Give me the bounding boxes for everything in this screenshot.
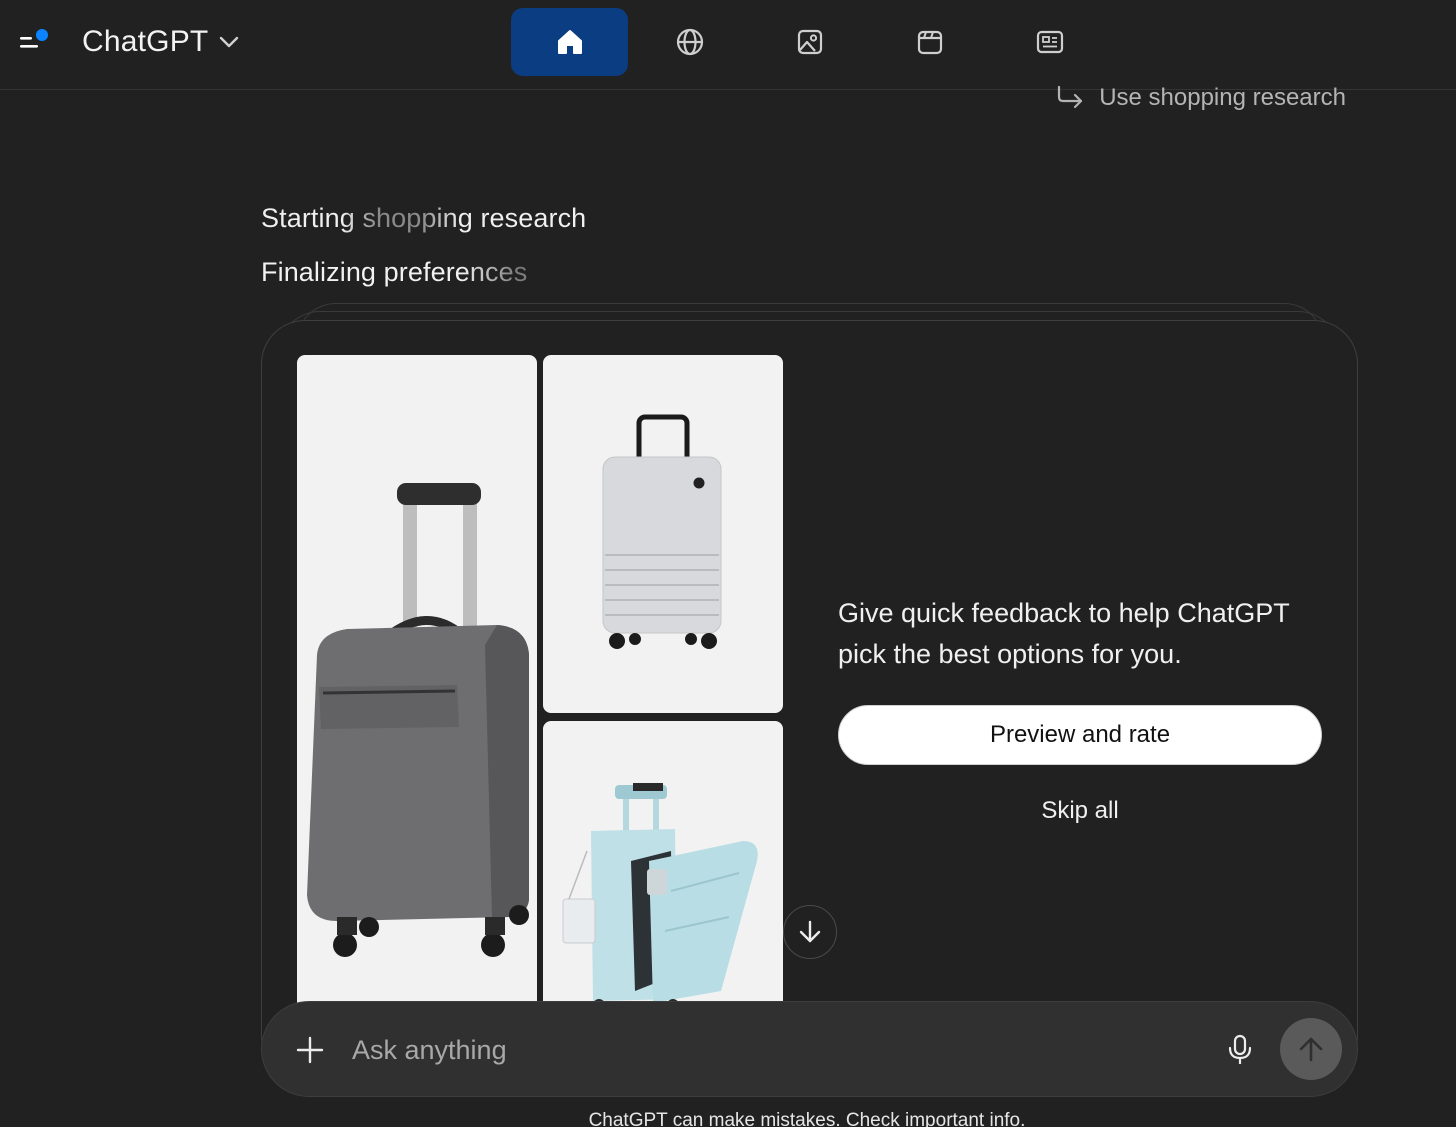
chevron-down-icon	[220, 36, 239, 48]
home-icon	[557, 30, 582, 54]
preview-and-rate-button[interactable]: Preview and rate	[838, 705, 1322, 765]
tab-video[interactable]	[871, 8, 988, 76]
tab-news[interactable]	[991, 8, 1108, 76]
globe-icon	[676, 28, 703, 56]
status-finalizing-preferences: Finalizing preferences	[261, 257, 528, 287]
ask-anything-input[interactable]	[352, 1024, 1172, 1076]
reply-arrow-icon	[1058, 85, 1083, 109]
tab-globe[interactable]	[631, 8, 748, 76]
shortcut-label: Use shopping research	[1099, 84, 1346, 111]
image-icon	[797, 29, 822, 55]
tab-images[interactable]	[751, 8, 868, 76]
scroll-to-bottom-button[interactable]	[783, 905, 837, 959]
video-icon	[917, 30, 942, 55]
arrow-up-icon	[1299, 1037, 1323, 1062]
use-shopping-research-button[interactable]: Use shopping research	[1055, 84, 1346, 112]
app-title: ChatGPT	[82, 25, 209, 58]
sidebar-menu-button[interactable]	[16, 26, 52, 56]
news-icon	[1036, 30, 1063, 54]
tab-home[interactable]	[511, 8, 628, 76]
model-selector[interactable]: ChatGPT	[82, 22, 240, 62]
attach-button[interactable]	[290, 1030, 330, 1070]
skip-all-button[interactable]: Skip all	[838, 791, 1322, 831]
feedback-card: Give quick feedback to help ChatGPT pick…	[261, 320, 1358, 1080]
send-button[interactable]	[1280, 1018, 1342, 1080]
status-starting-research: Starting shopping research	[261, 203, 587, 233]
voice-input-button[interactable]	[1220, 1030, 1260, 1070]
nav-tabs	[511, 8, 1108, 76]
product-tile-white-suitcase[interactable]	[543, 355, 783, 713]
disclaimer-text: ChatGPT can make mistakes. Check importa…	[588, 1110, 1026, 1127]
plus-icon	[296, 1036, 324, 1064]
feedback-prompt: Give quick feedback to help ChatGPT pick…	[838, 598, 1290, 669]
white-hardshell-suitcase-image	[602, 414, 722, 649]
menu-icon	[20, 29, 48, 48]
product-tile-gray-suitcase[interactable]	[297, 355, 537, 1055]
gray-soft-suitcase-image	[307, 483, 529, 957]
arrow-down-icon	[799, 920, 821, 943]
microphone-icon	[1228, 1034, 1252, 1064]
top-bar: ChatGPT	[0, 0, 1456, 90]
chatgpt-page: ChatGPT Use shopping research Starting s…	[0, 0, 1456, 1127]
message-composer	[261, 1001, 1358, 1097]
